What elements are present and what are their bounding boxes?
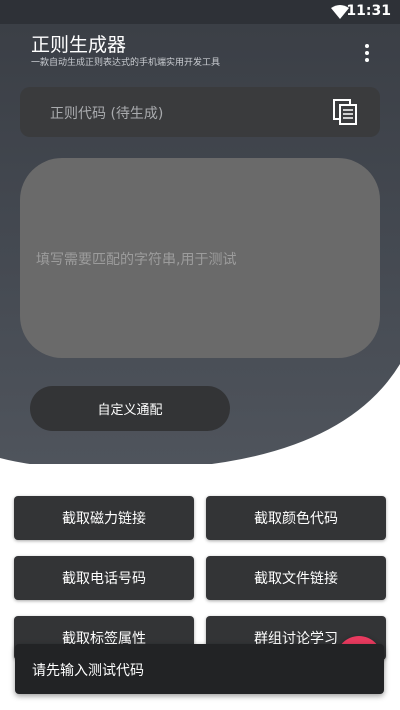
status-bar: 11:31 (0, 0, 400, 24)
extract-magnet-link-button[interactable]: 截取磁力链接 (14, 496, 194, 540)
status-time: 11:31 (346, 3, 391, 19)
custom-match-button[interactable]: 自定义通配 (30, 386, 230, 431)
copy-icon[interactable] (333, 99, 357, 125)
regex-output-field[interactable]: 正则代码 (待生成) (20, 87, 380, 137)
snackbar: 请先输入测试代码 (15, 644, 384, 694)
more-vert-icon[interactable] (358, 44, 376, 66)
extract-file-link-button[interactable]: 截取文件链接 (206, 556, 386, 600)
test-string-placeholder: 填写需要匹配的字符串,用于测试 (36, 252, 237, 268)
app-title: 正则生成器 (31, 34, 127, 56)
extract-phone-number-button[interactable]: 截取电话号码 (14, 556, 194, 600)
snackbar-message: 请先输入测试代码 (32, 663, 144, 679)
app-subtitle: 一款自动生成正则表达式的手机端实用开发工具 (31, 58, 221, 68)
regex-output-placeholder: 正则代码 (待生成) (50, 106, 164, 122)
test-string-input[interactable]: 填写需要匹配的字符串,用于测试 (20, 158, 380, 358)
extract-color-code-button[interactable]: 截取颜色代码 (206, 496, 386, 540)
